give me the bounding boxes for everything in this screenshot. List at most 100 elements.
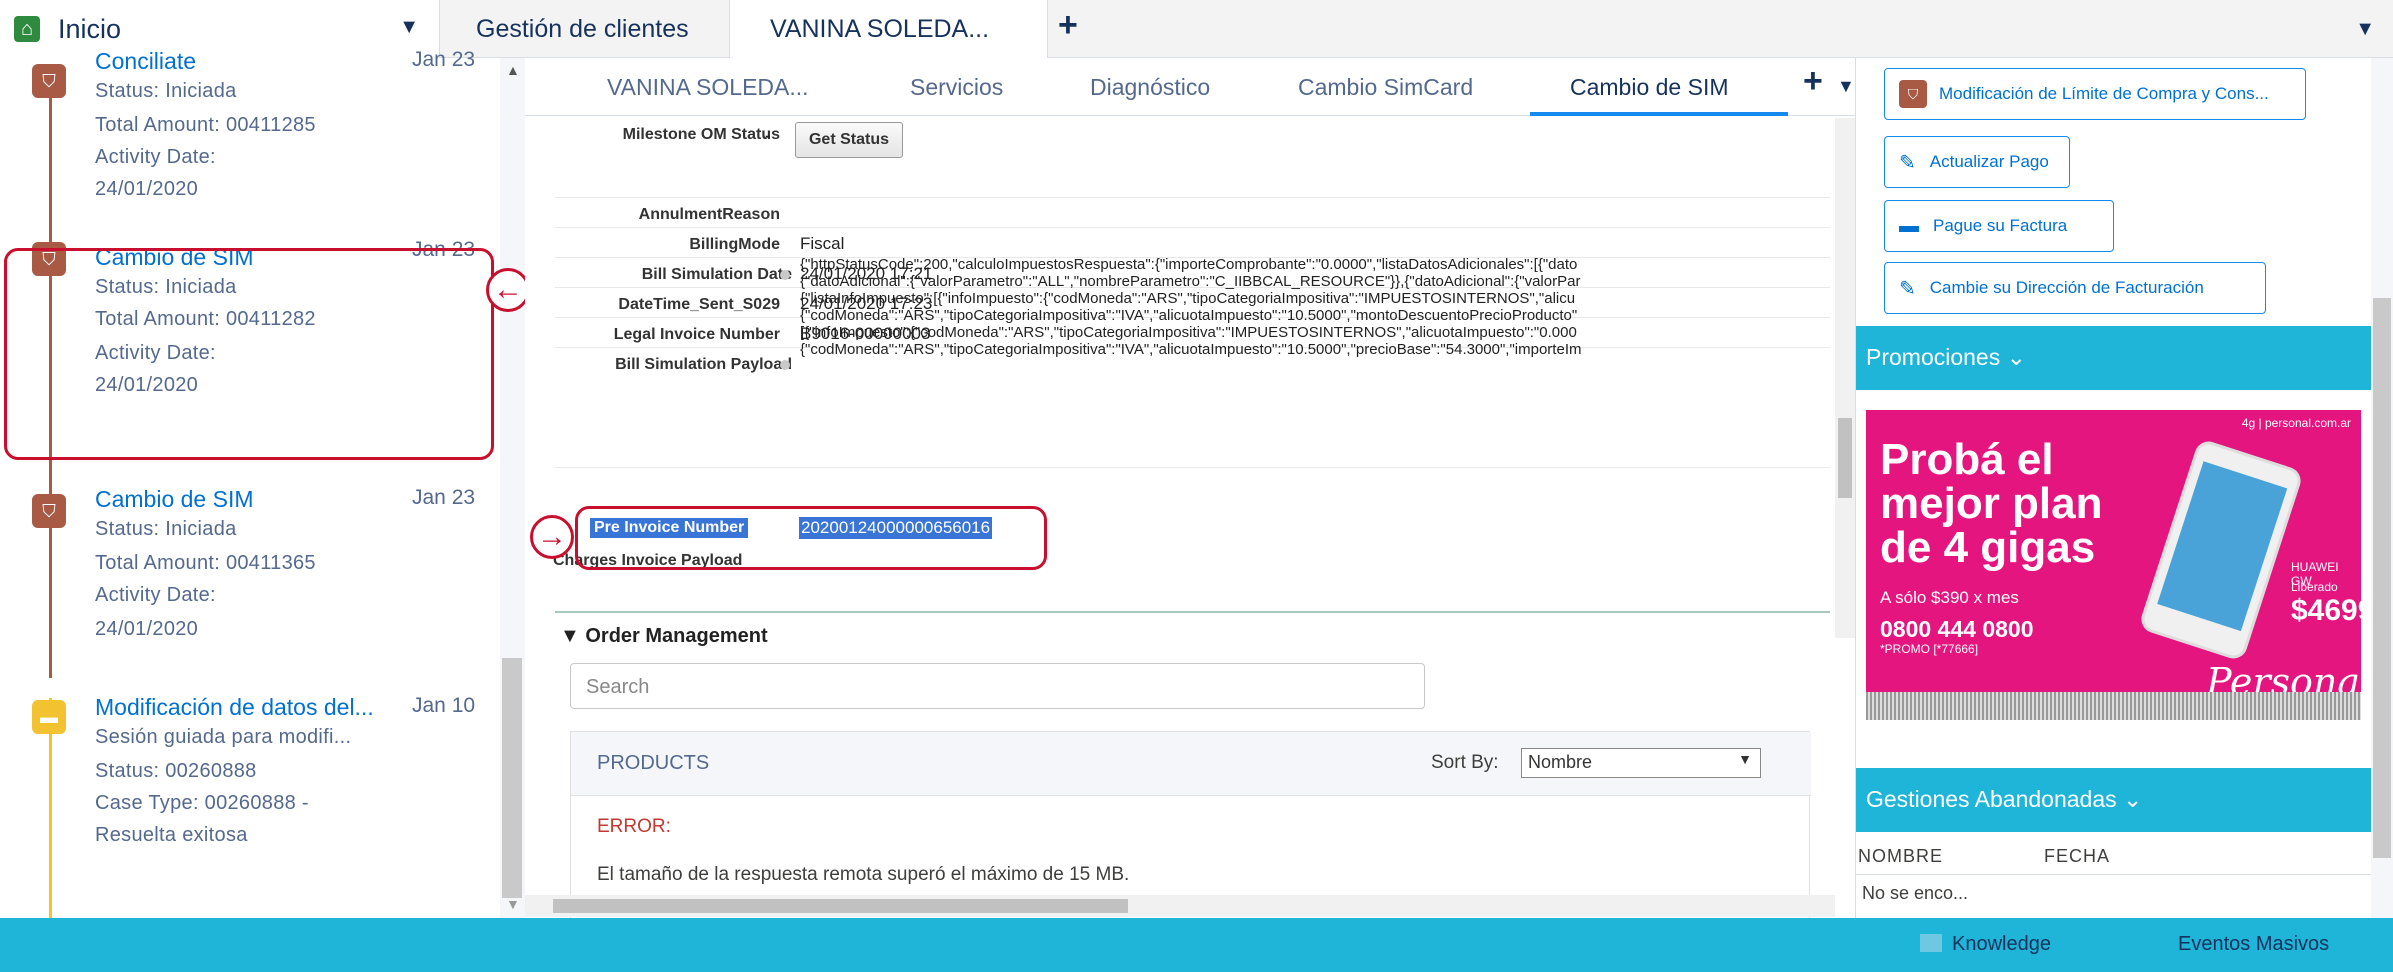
activity-line: Case Type: 00260888 - (95, 792, 309, 814)
field-label: Bill Simulation Date (641, 266, 792, 283)
promo-banner[interactable]: 4g | personal.com.ar Probá el mejor plan… (1866, 410, 2361, 720)
tab-customer[interactable]: VANINA SOLEDA... (730, 0, 1048, 58)
promo-offer: A sólo $390 x mes (1880, 588, 2019, 607)
tab-gestion-clientes[interactable]: Gestión de clientes (440, 0, 730, 58)
field-row: Milestone OM Status - Get Status (555, 118, 1830, 198)
cambie-direccion-button[interactable]: ✎ Cambie su Dirección de Facturación (1884, 262, 2266, 314)
section-title: Promociones (1866, 344, 2001, 370)
payload-line: {"listaInfoImpuesto":[{"infoImpuesto":{"… (800, 290, 1576, 307)
section-title: Gestiones Abandonadas (1866, 786, 2117, 812)
sort-value: Nombre (1528, 752, 1593, 772)
record-detail: VANINA SOLEDA... Servicios Diagnóstico C… (525, 58, 1855, 921)
activity-title[interactable]: Modificación de datos del... (95, 694, 374, 721)
tab-label: VANINA SOLEDA... (770, 14, 990, 43)
field-label: Bill Simulation Payload (615, 356, 792, 373)
scrollbar[interactable]: ▲ ▼ (500, 58, 525, 918)
search-placeholder: Search (586, 676, 650, 698)
pague-factura-button[interactable]: ▬ Pague su Factura (1884, 200, 2114, 252)
info-icon[interactable] (780, 270, 790, 280)
horizontal-scrollbar[interactable] (525, 895, 1835, 917)
eventos-masivos-button[interactable]: Eventos Masivos (2178, 933, 2329, 956)
workspace-tab-bar: ⌂ Inicio ▼ Gestión de clientes VANINA SO… (0, 0, 2393, 58)
gestiones-header[interactable]: Gestiones Abandonadas ⌄ (1856, 768, 2371, 832)
shield-icon: ⛉ (1899, 80, 1927, 108)
shield-icon: ⛉ (32, 64, 66, 98)
active-tab-indicator (1530, 112, 1788, 116)
field-row: Bill Simulation Payload (555, 348, 1830, 468)
scrollbar-thumb[interactable] (1838, 418, 1852, 498)
promociones-header[interactable]: Promociones ⌄ (1856, 326, 2371, 390)
get-status-button[interactable]: Get Status (795, 122, 903, 158)
scrollbar[interactable] (2371, 58, 2393, 918)
highlight-box (4, 248, 494, 460)
scroll-down-icon[interactable]: ▼ (506, 896, 520, 912)
add-subtab-icon[interactable]: + (1803, 62, 1823, 101)
modificacion-limite-button[interactable]: ⛉ Modificación de Límite de Compra y Con… (1884, 68, 2306, 120)
promo-barcode (1866, 692, 2361, 720)
subtab-diagnostico[interactable]: Diagnóstico (1090, 74, 1210, 101)
field-value: Fiscal (800, 234, 845, 253)
button-label: Actualizar Pago (1929, 152, 2049, 171)
knowledge-button[interactable]: Knowledge (1952, 933, 2051, 956)
arrow-right-icon: → (530, 515, 574, 559)
home-tab[interactable]: ⌂ Inicio ▼ (0, 0, 440, 58)
promo-tag: 4g | personal.com.ar (2241, 416, 2351, 430)
chevron-down-icon: ⌄ (2123, 786, 2143, 812)
subtab-customer[interactable]: VANINA SOLEDA... (607, 74, 809, 101)
list-item: ⛉ Cambio de SIM Jan 23 Status: Iniciada … (0, 486, 500, 640)
scrollbar-thumb[interactable] (2373, 298, 2391, 858)
payload-line: {"codMoneda":"ARS","tipoCategoriaImposit… (800, 307, 1578, 324)
card-icon: ▬ (1899, 214, 1919, 237)
add-tab-icon[interactable]: + (1058, 6, 1078, 45)
activity-title[interactable]: Conciliate (95, 48, 196, 75)
empty-message: No se enco... (1862, 883, 1969, 903)
arrow-left-icon: ← (486, 268, 530, 312)
products-title: PRODUCTS (597, 752, 710, 774)
activity-line: Sesión guiada para modifi... (95, 726, 352, 748)
promo-headline-line: mejor plan (1880, 479, 2103, 528)
section-title-text: Order Management (585, 625, 768, 647)
chevron-down-icon: ▼ (1738, 751, 1752, 767)
scrollbar-thumb[interactable] (553, 899, 1128, 913)
section-title[interactable]: ▼ Order Management (560, 625, 768, 648)
scrollbar-thumb[interactable] (502, 658, 522, 898)
error-message: El tamaño de la respuesta remota superó … (597, 864, 1130, 885)
subtab-cambio-simcard[interactable]: Cambio SimCard (1298, 74, 1473, 101)
phone-image (2137, 437, 2305, 663)
book-icon (1920, 934, 1942, 952)
field-label: AnnulmentReason (638, 206, 780, 223)
field-label: DateTime_Sent_S029 (618, 296, 780, 313)
home-tab-label: Inicio (58, 13, 122, 44)
field-label: Legal Invoice Number (613, 326, 780, 343)
error-title: ERROR: (597, 816, 671, 837)
subtab-servicios[interactable]: Servicios (910, 74, 1003, 101)
scrollbar[interactable] (1835, 118, 1855, 638)
briefcase-icon: ▬ (32, 700, 66, 734)
button-label: Pague su Factura (1933, 216, 2068, 235)
payload-line: {"codMoneda":"ARS","tipoCategoriaImposit… (800, 341, 1582, 358)
field-label: Milestone OM Status (622, 126, 780, 143)
chevron-down-icon[interactable]: ▼ (1837, 76, 1855, 97)
activity-date: Jan 23 (412, 486, 476, 509)
activity-title[interactable]: Cambio de SIM (95, 486, 254, 513)
info-icon[interactable] (780, 360, 790, 370)
products-header: PRODUCTS Sort By: Nombre ▼ (571, 732, 1811, 796)
pencil-icon: ✎ (1899, 277, 1916, 300)
utility-bar: Knowledge Eventos Masivos (0, 918, 2393, 972)
actualizar-pago-button[interactable]: ✎ Actualizar Pago (1884, 136, 2070, 188)
activity-timeline: ⛉ Conciliate Jan 23 Status: Iniciada Tot… (0, 48, 525, 918)
chevron-down-icon: ⌄ (2006, 344, 2026, 370)
payload-line: {"httpStatusCode":200,"calculoImpuestosR… (800, 256, 1578, 273)
subtab-cambio-sim[interactable]: Cambio de SIM (1570, 74, 1729, 101)
chevron-down-icon[interactable]: ▼ (2355, 18, 2375, 41)
promo-headline-line: Probá el (1880, 435, 2054, 484)
chevron-down-icon[interactable]: ▼ (399, 16, 419, 39)
scroll-up-icon[interactable]: ▲ (506, 62, 520, 78)
activity-date: Jan 23 (412, 48, 476, 71)
activity-line: Status: Iniciada (95, 80, 237, 102)
sort-select[interactable]: Nombre ▼ (1521, 748, 1761, 778)
search-input[interactable]: Search (570, 663, 1425, 709)
field-label: BillingMode (689, 236, 780, 253)
activity-line: Activity Date: (95, 146, 216, 168)
shield-icon: ⛉ (32, 494, 66, 528)
